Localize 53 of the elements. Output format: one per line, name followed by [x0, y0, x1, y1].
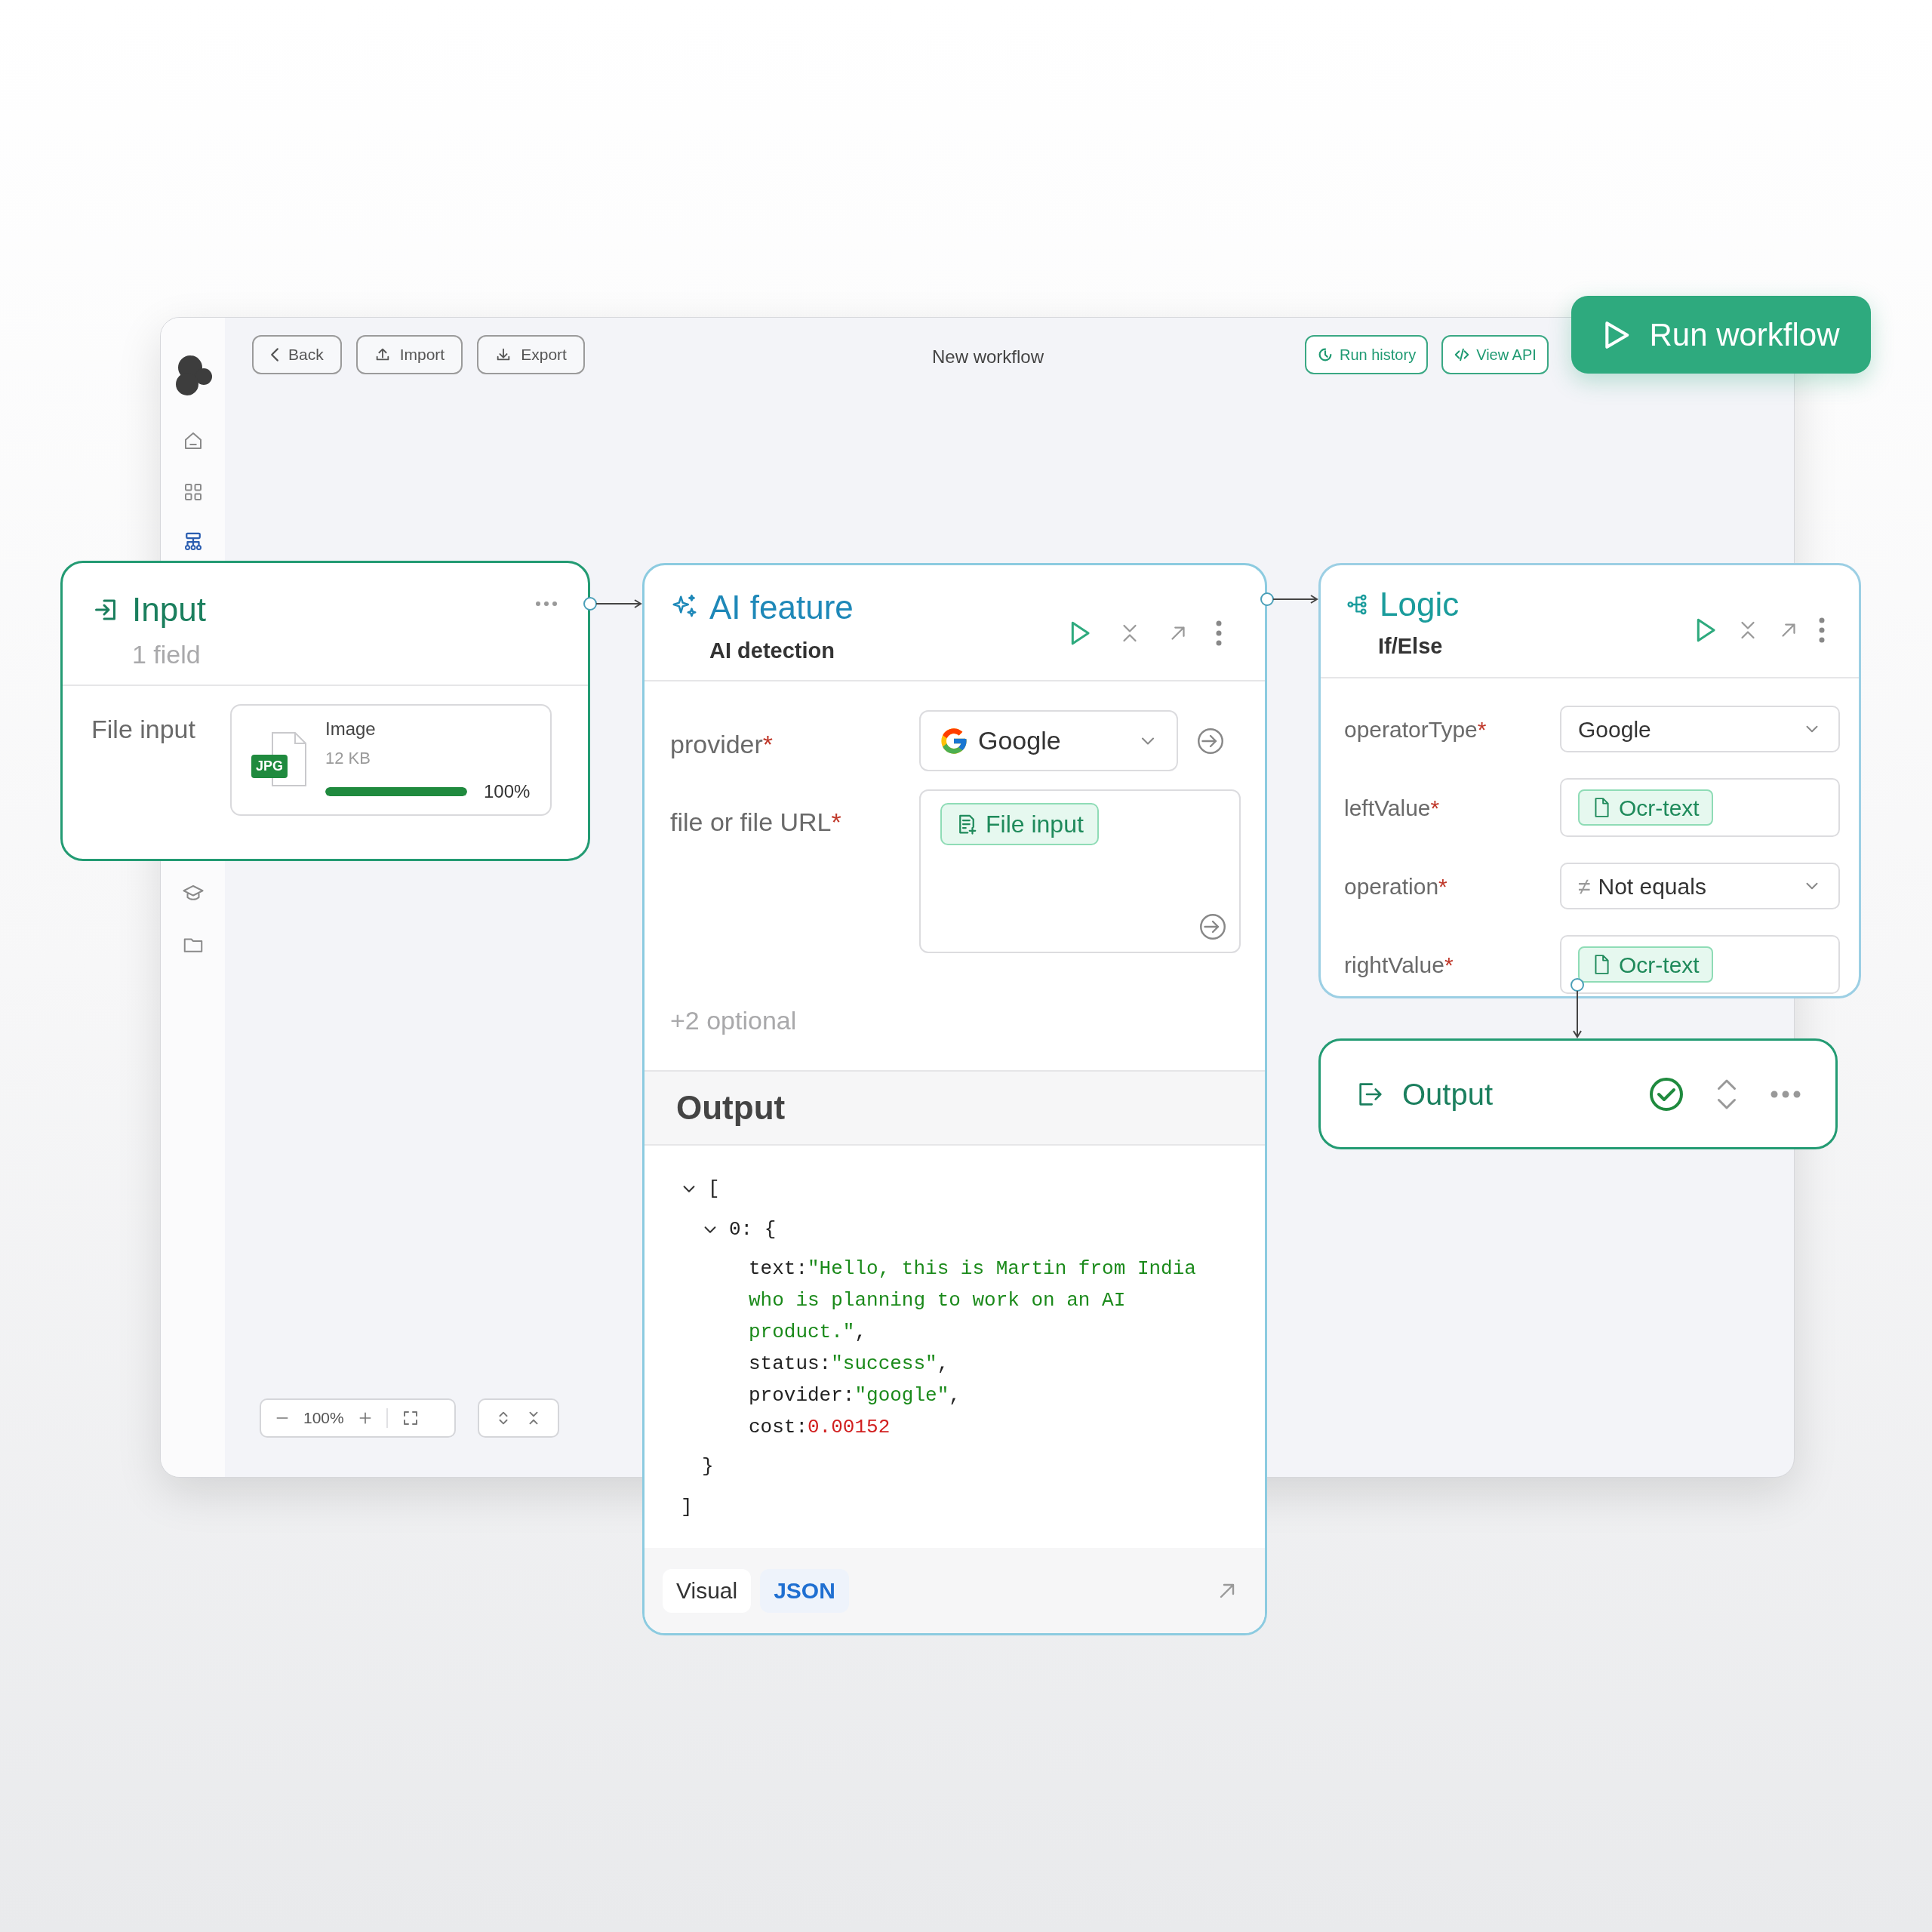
- clock-icon: [1317, 346, 1334, 363]
- json-bracket: }: [702, 1454, 714, 1479]
- json-entry: status:"success",: [749, 1352, 950, 1377]
- view-tab[interactable]: JSON: [760, 1568, 849, 1613]
- more-icon[interactable]: [1818, 617, 1826, 643]
- field-label: operation*: [1344, 872, 1448, 900]
- file-type-badge: JPG: [251, 755, 288, 778]
- run-history-button[interactable]: Run history: [1305, 335, 1429, 374]
- value-field[interactable]: Ocr-text: [1560, 778, 1840, 837]
- progress-reading: 100%: [483, 780, 531, 803]
- field-label: leftValue*: [1344, 794, 1441, 822]
- node-title: Input: [132, 593, 206, 626]
- zoom-level: 100%: [303, 1408, 344, 1429]
- variable-chip[interactable]: File input: [940, 803, 1099, 845]
- json-entry: provider:"google",: [749, 1383, 961, 1408]
- code-icon: [1454, 346, 1471, 363]
- json-bracket: [: [708, 1176, 720, 1201]
- dropdown[interactable]: Google: [1560, 706, 1840, 752]
- optional-fields-link[interactable]: +2 optional: [670, 1001, 1265, 1040]
- more-icon[interactable]: [535, 601, 558, 607]
- field-label: operatorType*: [1344, 715, 1487, 743]
- file-url-field[interactable]: File input: [919, 789, 1241, 953]
- run-workflow-button[interactable]: Run workflow: [1571, 296, 1871, 374]
- view-tab[interactable]: Visual: [663, 1568, 752, 1613]
- import-button[interactable]: Import: [355, 335, 463, 374]
- more-icon[interactable]: [1770, 1090, 1801, 1098]
- node-subtitle: If/Else: [1378, 633, 1444, 660]
- field-label: file or file URL*: [670, 807, 842, 838]
- json-bracket: ]: [681, 1494, 693, 1520]
- view-api-button[interactable]: View API: [1441, 335, 1549, 374]
- json-entry: cost:0.00152: [749, 1415, 891, 1440]
- file-name: Image: [325, 717, 377, 740]
- field-label: rightValue*: [1344, 951, 1454, 979]
- node-subtitle: 1 field: [132, 639, 202, 670]
- dropdown[interactable]: ≠ Not equals: [1560, 863, 1840, 909]
- export-button[interactable]: Export: [477, 335, 585, 374]
- more-icon[interactable]: [1215, 620, 1223, 646]
- back-button[interactable]: Back: [252, 335, 342, 374]
- chevron-left-icon: [270, 347, 279, 362]
- section-title: Output: [676, 1088, 786, 1128]
- workflow-title: New workflow: [931, 346, 1044, 368]
- field-label: File input: [91, 714, 195, 745]
- json-bracket: 0: {: [729, 1217, 777, 1242]
- provider-dropdown[interactable]: Google: [919, 710, 1178, 771]
- node-title: AI feature: [709, 591, 854, 624]
- node-subtitle: AI detection: [709, 638, 835, 664]
- variable-chip[interactable]: Ocr-text: [1578, 789, 1713, 826]
- variable-chip[interactable]: Ocr-text: [1578, 946, 1713, 983]
- node-title: Logic: [1380, 588, 1460, 621]
- value-field[interactable]: Ocr-text: [1560, 935, 1840, 994]
- field-label: provider*: [670, 729, 774, 760]
- node-title: Output: [1402, 1076, 1494, 1112]
- file-size: 12 KB: [325, 747, 371, 769]
